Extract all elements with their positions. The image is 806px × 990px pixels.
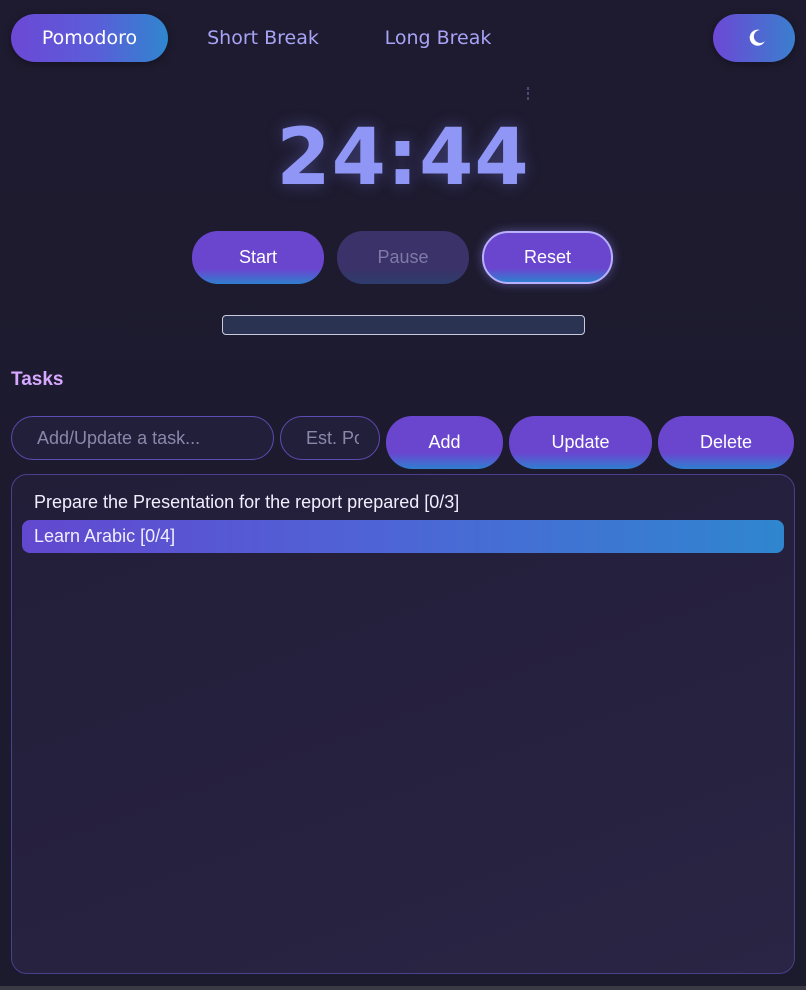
progress-bar [222,315,585,335]
timer-display: 24:44 [276,113,530,203]
pause-button[interactable]: Pause [337,231,469,284]
tab-pomodoro[interactable]: Pomodoro [11,14,168,62]
start-button[interactable]: Start [192,231,324,284]
task-list: Prepare the Presentation for the report … [11,474,795,974]
pomodoro-app: Pomodoro Short Break Long Break 24:44 St… [0,0,806,990]
delete-task-button[interactable]: Delete [658,416,794,469]
drag-handle [527,87,530,103]
tasks-heading: Tasks [11,369,64,390]
add-task-button[interactable]: Add [386,416,503,469]
task-item-selected[interactable]: Learn Arabic [0/4] [22,520,784,553]
theme-toggle-button[interactable] [713,14,795,62]
moon-icon [749,29,765,46]
task-item[interactable]: Prepare the Presentation for the report … [22,486,784,519]
tab-short-break[interactable]: Short Break [200,14,326,62]
task-estimate-input[interactable] [280,416,380,460]
tab-long-break[interactable]: Long Break [378,14,498,62]
window-bottom-edge [0,986,806,990]
reset-button[interactable]: Reset [482,231,613,284]
task-name-input[interactable] [11,416,274,460]
update-task-button[interactable]: Update [509,416,652,469]
